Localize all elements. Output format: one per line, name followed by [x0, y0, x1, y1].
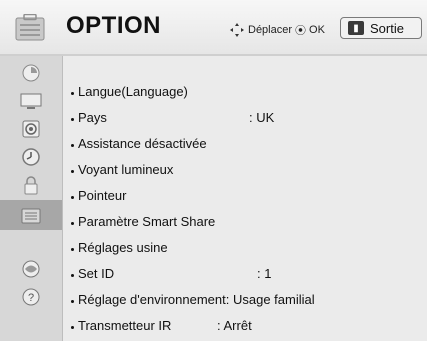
ok-button-icon: ⦿ — [295, 25, 307, 37]
bullet — [71, 143, 74, 147]
menu-item-factory-reset[interactable]: Réglages usine — [71, 236, 168, 258]
tv-screen-icon — [20, 92, 42, 110]
svg-text:?: ? — [28, 292, 34, 304]
menu-item-label: Set ID — [78, 265, 115, 281]
bullet — [71, 299, 74, 303]
lock-icon — [22, 175, 40, 195]
sidebar-item-lock[interactable] — [0, 172, 62, 198]
sidebar-item-picture[interactable] — [0, 60, 62, 86]
menu-item-power-indicator[interactable]: Voyant lumineux — [71, 158, 173, 180]
menu-item-ir-transmitter[interactable]: Transmetteur IR : Arrêt — [71, 314, 411, 336]
move-hint-label: Déplacer — [248, 24, 293, 36]
category-sidebar: ? — [0, 56, 62, 341]
menu-item-label: Réglage d'environnement: Usage familial — [78, 291, 315, 307]
bullet — [71, 221, 74, 225]
menu-item-pointer[interactable]: Pointeur — [71, 184, 126, 206]
ok-hint-label: OK — [309, 24, 325, 36]
sidebar-item-network[interactable] — [0, 256, 62, 282]
option-suitcase-icon — [10, 13, 50, 42]
clock-icon — [21, 147, 41, 167]
menu-item-label: Réglages usine — [78, 239, 168, 255]
option-icon — [20, 206, 42, 224]
page-title: OPTION — [66, 12, 162, 39]
network-icon — [21, 259, 41, 279]
sidebar-item-help[interactable]: ? — [0, 284, 62, 310]
help-icon: ? — [21, 287, 41, 307]
sidebar-item-time[interactable] — [0, 144, 62, 170]
menu-item-label: Pointeur — [78, 187, 127, 203]
menu-item-label: Langue(Language) — [78, 83, 188, 99]
header-bar: OPTION Déplacer ⦿ OK ▮ Sortie — [0, 0, 427, 56]
bullet — [71, 117, 74, 121]
menu-item-language[interactable]: Langue(Language) — [71, 80, 188, 102]
menu-item-label: Voyant lumineux — [78, 161, 174, 177]
bullet — [71, 169, 74, 173]
menu-item-smart-share[interactable]: Paramètre Smart Share — [71, 210, 215, 232]
picture-icon — [21, 63, 41, 83]
exit-button-label: Sortie — [370, 20, 404, 36]
direction-arrows-icon — [229, 22, 245, 38]
menu-item-disability-assistance[interactable]: Assistance désactivée — [71, 132, 207, 154]
bullet — [71, 273, 74, 277]
menu-item-label: Assistance désactivée — [78, 135, 207, 151]
menu-item-label: Pays — [78, 109, 107, 125]
sidebar-item-option[interactable] — [0, 200, 62, 230]
menu-item-label: Paramètre Smart Share — [78, 213, 216, 229]
menu-item-environment-setting[interactable]: Réglage d'environnement: Usage familial — [71, 288, 315, 310]
sidebar-item-screen[interactable] — [0, 88, 62, 114]
navigation-hint: Déplacer ⦿ OK — [229, 22, 325, 38]
bullet — [71, 247, 74, 251]
menu-item-country[interactable]: Pays : UK — [71, 106, 411, 128]
menu-item-set-id[interactable]: Set ID : 1 — [71, 262, 411, 284]
menu-item-label: Transmetteur IR — [78, 317, 172, 333]
menu-item-value: : Arrêt — [217, 317, 252, 333]
option-menu-panel: Langue(Language) Pays : UK Assistance dé… — [62, 56, 427, 341]
bullet — [71, 325, 74, 329]
sidebar-item-audio[interactable] — [0, 116, 62, 142]
bullet — [71, 91, 74, 95]
speaker-icon — [21, 119, 41, 139]
exit-key-icon: ▮ — [348, 21, 364, 35]
exit-button[interactable]: ▮ Sortie — [340, 17, 422, 39]
menu-item-value: : 1 — [257, 265, 272, 281]
menu-item-value: : UK — [249, 109, 275, 125]
bullet — [71, 195, 74, 199]
